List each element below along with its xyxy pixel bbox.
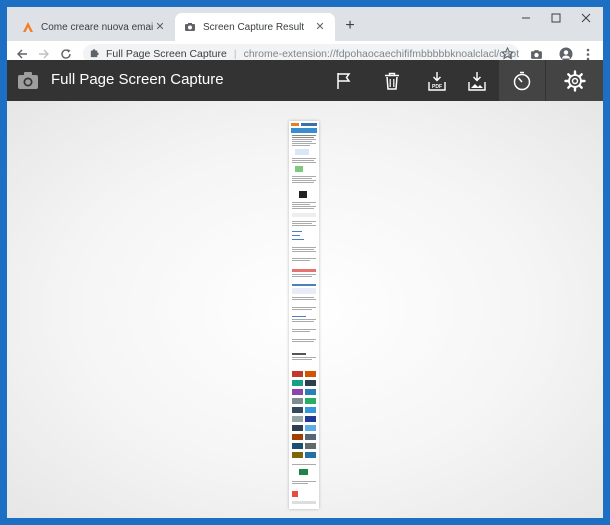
aranzulla-logo-icon [21, 20, 35, 34]
tab-aranzulla[interactable]: Come creare nuova email | Salvatore ✕ [13, 13, 175, 41]
app-header: Full Page Screen Capture PDF [7, 60, 603, 101]
tab-close-icon[interactable]: ✕ [153, 20, 167, 34]
capture-preview-area [7, 101, 603, 518]
tab-screen-capture-result[interactable]: Screen Capture Result ✕ [175, 13, 335, 41]
extension-name: Full Page Screen Capture [106, 48, 227, 60]
tab-title: Screen Capture Result [203, 21, 305, 33]
flag-icon[interactable] [321, 60, 367, 101]
trash-icon[interactable] [369, 60, 415, 101]
tab-close-icon[interactable]: ✕ [313, 20, 327, 34]
tab-title: Come creare nuova email | Salvatore [41, 21, 153, 33]
app-camera-logo-icon [17, 69, 39, 91]
app-title: Full Page Screen Capture [51, 71, 224, 88]
puzzle-icon [89, 47, 100, 61]
svg-text:PDF: PDF [432, 84, 442, 90]
timer-icon[interactable] [499, 60, 545, 101]
camera-icon [183, 20, 197, 34]
download-image-icon[interactable] [454, 60, 500, 101]
url-text: chrome-extension://fdpohaocaechififmbbbb… [243, 48, 519, 60]
bookmark-star-icon[interactable] [500, 46, 515, 61]
new-tab-button[interactable]: + [341, 17, 359, 35]
address-separator: | [233, 48, 237, 60]
captured-page-thumbnail[interactable] [289, 121, 319, 509]
settings-gear-icon[interactable] [546, 60, 603, 101]
browser-window: Come creare nuova email | Salvatore ✕ Sc… [7, 7, 603, 518]
close-window-button[interactable] [568, 9, 604, 29]
